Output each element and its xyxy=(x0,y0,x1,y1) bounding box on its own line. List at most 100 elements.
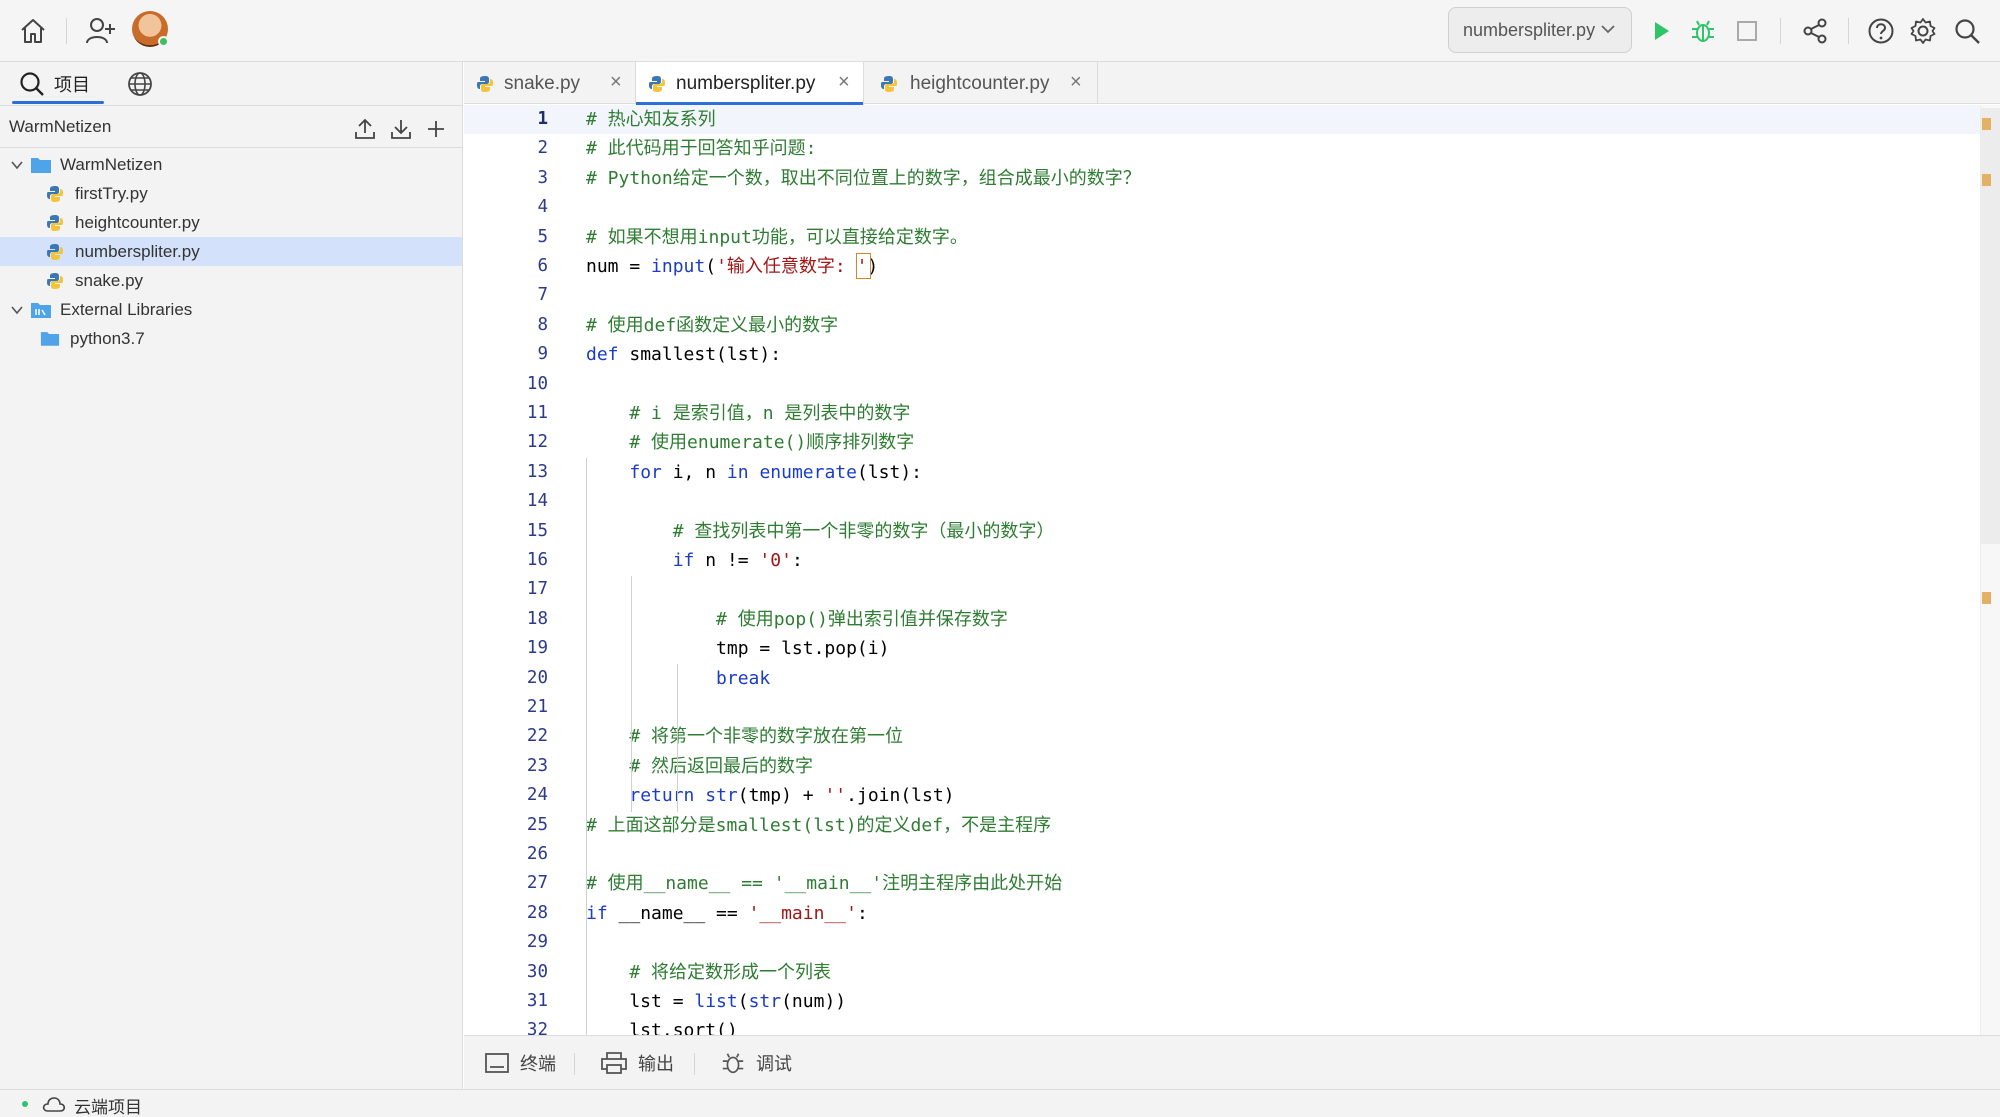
code-text: # 将给定数形成一个列表 xyxy=(629,961,832,983)
code-line[interactable]: 20 break xyxy=(464,664,1980,693)
tab-numberspliter-py[interactable]: numberspliter.py × xyxy=(636,62,864,105)
upload-icon[interactable] xyxy=(350,114,380,144)
share-icon[interactable] xyxy=(1794,10,1836,52)
debug-tab[interactable]: 调试 xyxy=(720,1048,792,1078)
status-indicator xyxy=(22,1101,28,1107)
tree-file-heightcounter[interactable]: heightcounter.py xyxy=(0,208,462,237)
tab-web[interactable] xyxy=(126,66,154,102)
code-line[interactable]: 9 def smallest(lst): xyxy=(464,340,1980,369)
code-text: if __name__ == '__main__': xyxy=(586,902,868,924)
download-icon[interactable] xyxy=(386,114,416,144)
tree-folder-warmnetizen[interactable]: WarmNetizen xyxy=(0,150,462,179)
code-line[interactable]: 27 # 使用__name__ == '__main__'注明主程序由此处开始 xyxy=(464,869,1980,898)
code-text: # 使用enumerate()顺序排列数字 xyxy=(629,432,915,454)
code-text: # 将第一个非零的数字放在第一位 xyxy=(629,726,904,748)
code-line[interactable]: 5 # 如果不想用input功能，可以直接给定数字。 xyxy=(464,223,1980,252)
settings-gear-icon[interactable] xyxy=(1902,10,1944,52)
tree-item-label: numberspliter.py xyxy=(75,241,200,261)
code-line[interactable]: 32 lst.sort() xyxy=(464,1016,1980,1035)
tree-file-numberspliter[interactable]: numberspliter.py xyxy=(0,237,462,266)
search-icon[interactable] xyxy=(1946,10,1988,52)
line-number: 21 xyxy=(526,697,548,717)
debug-icon[interactable] xyxy=(1682,10,1724,52)
terminal-tab[interactable]: 终端 xyxy=(484,1048,556,1078)
tab-project[interactable]: 项目 xyxy=(18,66,90,102)
add-file-icon[interactable] xyxy=(421,114,451,144)
chevron-down-icon xyxy=(11,306,23,315)
line-number: 27 xyxy=(526,873,548,894)
add-user-icon[interactable] xyxy=(80,10,122,52)
tree-item-label: firstTry.py xyxy=(75,183,148,203)
run-configuration-select[interactable]: numberspliter.py xyxy=(1448,7,1632,53)
code-line[interactable]: 4 xyxy=(464,193,1980,222)
code-text: # 如果不想用input功能，可以直接给定数字。 xyxy=(586,226,968,248)
tree-folder-external-libraries[interactable]: External Libraries xyxy=(0,295,462,324)
indent-guide xyxy=(586,929,587,1035)
run-icon[interactable] xyxy=(1640,10,1682,52)
code-line[interactable]: 1 # 热心知友系列 xyxy=(464,105,1980,135)
line-number: 15 xyxy=(526,520,548,541)
tree-folder-python37[interactable]: python3.7 xyxy=(0,324,462,353)
line-number: 20 xyxy=(526,667,548,688)
code-editor[interactable]: 32 lst.sort() 31 lst = list(str(num)) 30 #… xyxy=(464,105,1980,1035)
chevron-down-icon xyxy=(1601,25,1615,34)
home-icon[interactable] xyxy=(12,10,54,52)
code-line[interactable]: 22 # 将第一个非零的数字放在第一位 xyxy=(464,722,1980,751)
tab-snake-py[interactable]: snake.py × xyxy=(464,62,636,104)
indent-guide xyxy=(631,576,632,812)
project-name: WarmNetizen xyxy=(9,116,112,136)
tab-heightcounter-py[interactable]: heightcounter.py × xyxy=(864,62,1098,104)
code-line[interactable]: 31 lst = list(str(num)) xyxy=(464,987,1980,1016)
code-line[interactable]: 28 if __name__ == '__main__': xyxy=(464,899,1980,928)
help-icon[interactable] xyxy=(1860,10,1902,52)
line-number: 4 xyxy=(537,197,548,218)
line-number: 26 xyxy=(526,844,548,864)
tree-file-snake[interactable]: snake.py xyxy=(0,266,462,295)
code-line[interactable]: 3 # Python给定一个数，取出不同位置上的数字，组合成最小的数字？ xyxy=(464,164,1980,193)
code-line[interactable]: 29 xyxy=(464,928,1980,957)
line-number: 9 xyxy=(537,344,548,365)
file-tree: WarmNetizen firstTry.py heightcounter.py… xyxy=(0,150,462,353)
code-line[interactable]: 21 xyxy=(464,693,1980,722)
python-file-icon xyxy=(47,186,63,202)
close-tab-icon[interactable]: × xyxy=(610,71,622,94)
line-number: 7 xyxy=(537,285,548,306)
line-number: 12 xyxy=(526,432,548,453)
toolbar-divider xyxy=(1780,18,1781,44)
line-number: 13 xyxy=(526,461,548,482)
code-line[interactable]: 25 # 上面这部分是smallest(lst)的定义def，不是主程序 xyxy=(464,811,1980,840)
code-text: if n != '0': xyxy=(672,550,803,571)
code-line[interactable]: 23 # 然后返回最后的数字 xyxy=(464,752,1980,781)
code-line[interactable]: 2 # 此代码用于回答知乎问题: xyxy=(464,134,1980,163)
stop-icon[interactable] xyxy=(1726,10,1768,52)
code-text: # 查找列表中第一个非零的数字（最小的数字） xyxy=(672,520,1055,542)
code-line[interactable]: 6 num = input('输入任意数字: ') xyxy=(464,252,1980,281)
code-line[interactable]: 12 # 使用enumerate()顺序排列数字 xyxy=(464,428,1980,457)
code-line[interactable]: 11 # i 是索引值，n 是列表中的数字 xyxy=(464,399,1980,428)
code-line[interactable]: 13 for i, n in enumerate(lst): xyxy=(464,458,1980,487)
code-line[interactable]: 19 tmp = lst.pop(i) xyxy=(464,634,1980,663)
cloud-project-label[interactable]: 云端项目 xyxy=(74,1093,142,1117)
code-line[interactable]: 14 xyxy=(464,487,1980,516)
output-tab[interactable]: 输出 xyxy=(600,1048,674,1078)
terminal-icon xyxy=(485,1053,509,1073)
code-line[interactable]: 17 xyxy=(464,575,1980,604)
terminal-tab-label: 终端 xyxy=(520,1054,556,1074)
tree-item-label: External Libraries xyxy=(60,299,193,319)
code-line[interactable]: 8 # 使用def函数定义最小的数字 xyxy=(464,311,1980,340)
code-line[interactable]: 26 xyxy=(464,840,1980,869)
tree-file-firsttry[interactable]: firstTry.py xyxy=(0,179,462,208)
close-tab-icon[interactable]: × xyxy=(1070,71,1082,94)
code-line[interactable]: 18 # 使用pop()弹出索引值并保存数字 xyxy=(464,605,1980,634)
python-file-icon xyxy=(47,273,63,289)
code-line[interactable]: 30 # 将给定数形成一个列表 xyxy=(464,958,1980,987)
code-line[interactable]: 16 if n != '0': xyxy=(464,546,1980,575)
code-line[interactable]: 10 xyxy=(464,370,1980,399)
code-text: # 使用def函数定义最小的数字 xyxy=(586,314,839,336)
code-line[interactable]: 24 return str(tmp) + ''.join(lst) xyxy=(464,781,1980,810)
line-number: 28 xyxy=(526,902,548,923)
line-number: 31 xyxy=(526,991,548,1011)
close-tab-icon[interactable]: × xyxy=(838,71,850,94)
code-line[interactable]: 7 xyxy=(464,281,1980,310)
code-line[interactable]: 15 # 查找列表中第一个非零的数字（最小的数字） xyxy=(464,517,1980,546)
